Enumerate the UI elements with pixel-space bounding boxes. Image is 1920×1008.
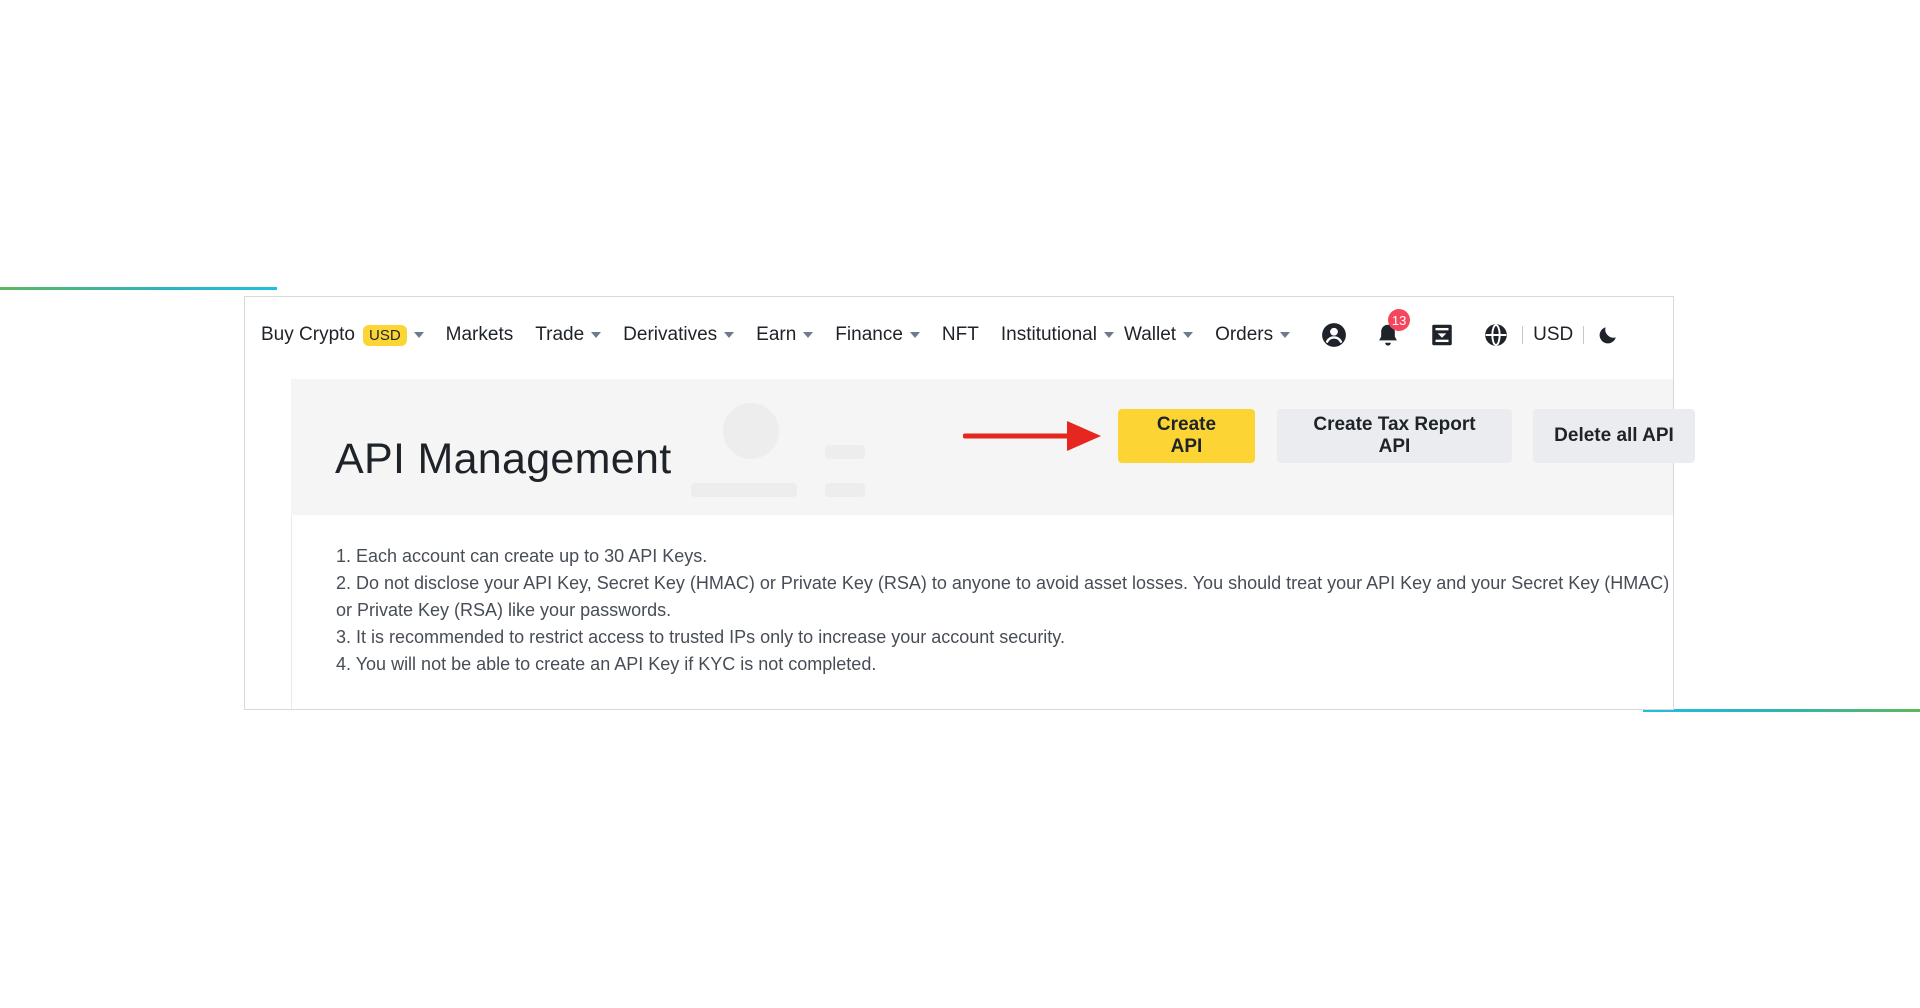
chevron-down-icon <box>909 332 920 338</box>
moon-icon[interactable] <box>1594 321 1622 349</box>
chevron-down-icon <box>1280 332 1291 338</box>
faded-placeholder-bar <box>825 483 865 497</box>
nav-markets[interactable]: Markets <box>446 324 514 346</box>
create-api-button[interactable]: Create API <box>1118 409 1255 463</box>
nav-nft-label: NFT <box>941 324 979 345</box>
note-item: 2. Do not disclose your API Key, Secret … <box>336 573 1670 620</box>
top-nav: Buy Crypto USD Markets Trade Derivatives… <box>245 297 1673 373</box>
notification-count-badge: 13 <box>1388 309 1411 331</box>
delete-all-api-button[interactable]: Delete all API <box>1533 409 1695 463</box>
note-item: 3. It is recommended to restrict access … <box>336 627 1065 647</box>
nav-finance[interactable]: Finance <box>835 324 920 346</box>
nav-trade-label: Trade <box>535 324 585 345</box>
nav-institutional[interactable]: Institutional <box>1001 324 1114 346</box>
nav-separator <box>1522 326 1524 344</box>
usd-badge: USD <box>362 324 407 346</box>
nav-nft[interactable]: NFT <box>942 324 979 346</box>
chevron-down-icon <box>413 332 424 338</box>
nav-icon-group: 13 USD <box>1320 309 1622 349</box>
accent-line-left <box>0 287 277 290</box>
nav-buy-crypto-label: Buy Crypto <box>261 324 355 345</box>
user-icon[interactable] <box>1320 321 1348 349</box>
chevron-down-icon <box>591 332 602 338</box>
nav-derivatives[interactable]: Derivatives <box>623 324 735 346</box>
chevron-down-icon <box>724 332 735 338</box>
create-tax-report-api-button[interactable]: Create Tax Report API <box>1277 409 1512 463</box>
chevron-down-icon <box>1103 332 1114 338</box>
nav-buy-crypto[interactable]: Buy Crypto USD <box>261 324 424 346</box>
nav-orders[interactable]: Orders <box>1215 324 1291 346</box>
currency-selector[interactable]: USD <box>1533 324 1573 346</box>
page-title: API Management <box>335 435 672 483</box>
nav-institutional-label: Institutional <box>1000 324 1097 345</box>
nav-markets-label: Markets <box>445 324 514 345</box>
globe-icon[interactable] <box>1482 321 1510 349</box>
note-item: 4. You will not be able to create an API… <box>336 654 877 674</box>
nav-earn[interactable]: Earn <box>756 324 814 346</box>
nav-wallet-label: Wallet <box>1123 324 1177 345</box>
nav-finance-label: Finance <box>835 324 903 345</box>
nav-wallet[interactable]: Wallet <box>1123 324 1194 346</box>
nav-earn-label: Earn <box>756 324 797 345</box>
nav-trade[interactable]: Trade <box>535 324 602 346</box>
api-notes-panel: 1. Each account can create up to 30 API … <box>291 515 1673 709</box>
api-notes-list: 1. Each account can create up to 30 API … <box>336 543 1676 678</box>
note-item: 1. Each account can create up to 30 API … <box>336 546 708 566</box>
bell-icon[interactable]: 13 <box>1374 309 1411 349</box>
arrow-right-icon <box>963 421 1101 451</box>
chevron-down-icon <box>803 332 814 338</box>
faded-avatar-watermark <box>723 403 779 459</box>
screenshot-frame: Buy Crypto USD Markets Trade Derivatives… <box>244 296 1695 710</box>
download-icon[interactable] <box>1428 321 1456 349</box>
api-header-panel: API Management Create API Create Tax Rep… <box>291 379 1695 515</box>
faded-placeholder-bar <box>691 483 797 497</box>
nav-orders-label: Orders <box>1215 324 1274 345</box>
accent-line-right <box>1643 709 1920 712</box>
faded-placeholder-bar <box>825 445 865 459</box>
nav-derivatives-label: Derivatives <box>623 324 718 345</box>
nav-separator <box>1583 326 1585 344</box>
chevron-down-icon <box>1183 332 1194 338</box>
